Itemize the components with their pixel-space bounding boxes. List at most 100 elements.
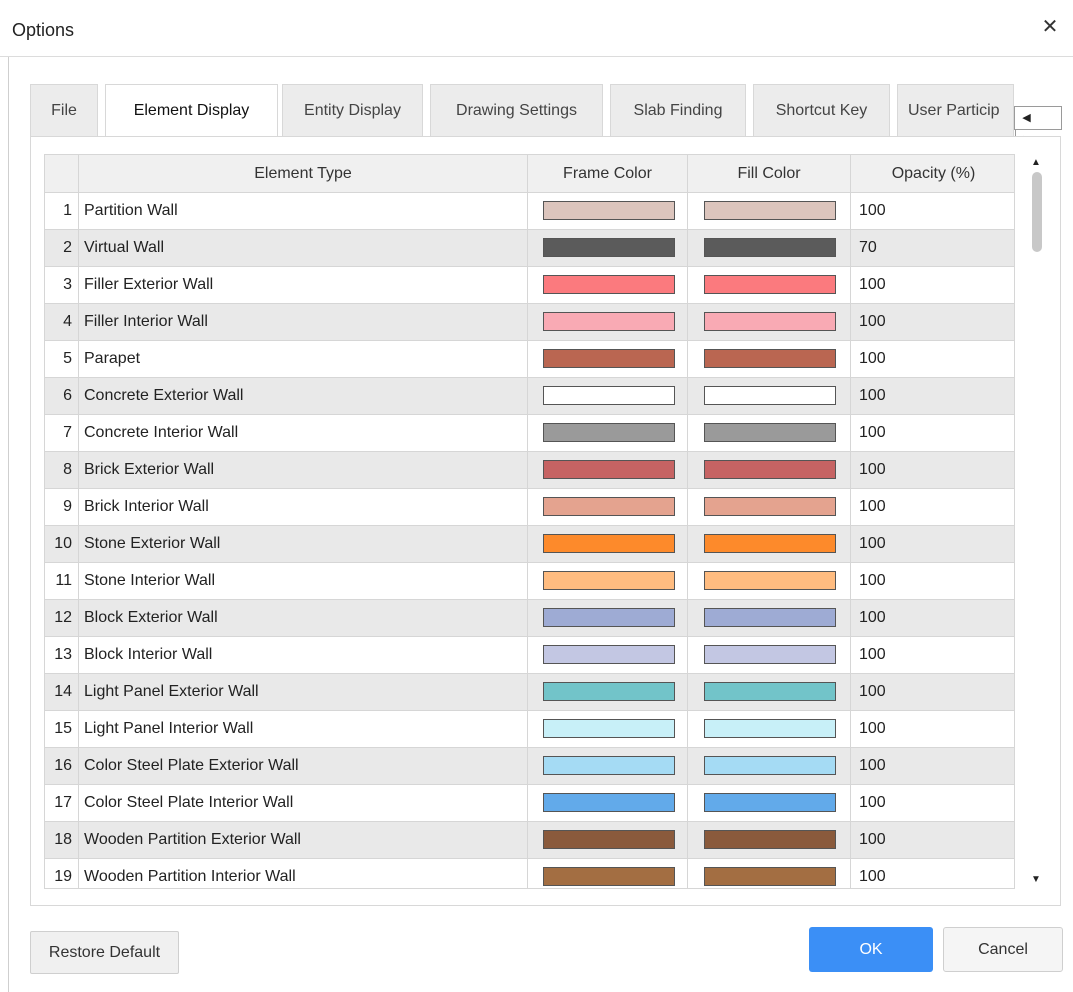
table-row[interactable]: 14 Light Panel Exterior Wall 100 xyxy=(45,674,1014,711)
fill-color-swatch[interactable] xyxy=(704,830,836,849)
header-frame-color[interactable]: Frame Color xyxy=(528,155,688,193)
table-row[interactable]: 5 Parapet 100 xyxy=(45,341,1014,378)
table-row[interactable]: 4 Filler Interior Wall 100 xyxy=(45,304,1014,341)
frame-color-cell[interactable] xyxy=(528,415,688,451)
frame-color-swatch[interactable] xyxy=(543,386,675,405)
tab-element-display[interactable]: Element Display xyxy=(105,84,278,138)
opacity-cell[interactable]: 100 xyxy=(851,193,1014,229)
frame-color-swatch[interactable] xyxy=(543,460,675,479)
opacity-cell[interactable]: 100 xyxy=(851,600,1014,636)
fill-color-cell[interactable] xyxy=(688,822,851,858)
frame-color-cell[interactable] xyxy=(528,822,688,858)
fill-color-cell[interactable] xyxy=(688,859,851,888)
fill-color-swatch[interactable] xyxy=(704,793,836,812)
opacity-cell[interactable]: 100 xyxy=(851,822,1014,858)
opacity-cell[interactable]: 100 xyxy=(851,711,1014,747)
frame-color-cell[interactable] xyxy=(528,341,688,377)
fill-color-swatch[interactable] xyxy=(704,275,836,294)
table-row[interactable]: 9 Brick Interior Wall 100 xyxy=(45,489,1014,526)
scrollbar-thumb[interactable] xyxy=(1032,172,1042,252)
frame-color-cell[interactable] xyxy=(528,230,688,266)
fill-color-cell[interactable] xyxy=(688,341,851,377)
opacity-cell[interactable]: 100 xyxy=(851,489,1014,525)
tab-slab-finding[interactable]: Slab Finding xyxy=(610,84,746,136)
fill-color-cell[interactable] xyxy=(688,304,851,340)
frame-color-swatch[interactable] xyxy=(543,201,675,220)
fill-color-cell[interactable] xyxy=(688,711,851,747)
fill-color-swatch[interactable] xyxy=(704,201,836,220)
tab-drawing-settings[interactable]: Drawing Settings xyxy=(430,84,603,136)
frame-color-cell[interactable] xyxy=(528,378,688,414)
opacity-cell[interactable]: 100 xyxy=(851,304,1014,340)
table-vertical-scrollbar[interactable]: ▲ ▼ xyxy=(1025,154,1047,889)
frame-color-cell[interactable] xyxy=(528,489,688,525)
table-row[interactable]: 15 Light Panel Interior Wall 100 xyxy=(45,711,1014,748)
tab-entity-display[interactable]: Entity Display xyxy=(282,84,423,136)
fill-color-swatch[interactable] xyxy=(704,571,836,590)
frame-color-swatch[interactable] xyxy=(543,275,675,294)
table-row[interactable]: 8 Brick Exterior Wall 100 xyxy=(45,452,1014,489)
restore-default-button[interactable]: Restore Default xyxy=(30,931,179,974)
frame-color-swatch[interactable] xyxy=(543,312,675,331)
frame-color-cell[interactable] xyxy=(528,711,688,747)
frame-color-swatch[interactable] xyxy=(543,497,675,516)
header-opacity[interactable]: Opacity (%) xyxy=(851,155,1014,193)
table-row[interactable]: 1 Partition Wall 100 xyxy=(45,193,1014,230)
fill-color-swatch[interactable] xyxy=(704,682,836,701)
frame-color-cell[interactable] xyxy=(528,674,688,710)
frame-color-cell[interactable] xyxy=(528,193,688,229)
opacity-cell[interactable]: 100 xyxy=(851,748,1014,784)
fill-color-swatch[interactable] xyxy=(704,349,836,368)
opacity-cell[interactable]: 100 xyxy=(851,859,1014,888)
frame-color-swatch[interactable] xyxy=(543,645,675,664)
fill-color-cell[interactable] xyxy=(688,748,851,784)
scroll-up-icon[interactable]: ▲ xyxy=(1025,154,1047,172)
header-element-type[interactable]: Element Type xyxy=(79,155,528,193)
fill-color-cell[interactable] xyxy=(688,230,851,266)
scroll-down-icon[interactable]: ▼ xyxy=(1025,871,1047,889)
table-row[interactable]: 6 Concrete Exterior Wall 100 xyxy=(45,378,1014,415)
opacity-cell[interactable]: 100 xyxy=(851,267,1014,303)
fill-color-cell[interactable] xyxy=(688,526,851,562)
opacity-cell[interactable]: 100 xyxy=(851,637,1014,673)
table-row[interactable]: 18 Wooden Partition Exterior Wall 100 xyxy=(45,822,1014,859)
fill-color-cell[interactable] xyxy=(688,267,851,303)
fill-color-cell[interactable] xyxy=(688,563,851,599)
frame-color-swatch[interactable] xyxy=(543,238,675,257)
frame-color-cell[interactable] xyxy=(528,859,688,888)
opacity-cell[interactable]: 70 xyxy=(851,230,1014,266)
table-row[interactable]: 17 Color Steel Plate Interior Wall 100 xyxy=(45,785,1014,822)
opacity-cell[interactable]: 100 xyxy=(851,378,1014,414)
opacity-cell[interactable]: 100 xyxy=(851,415,1014,451)
fill-color-swatch[interactable] xyxy=(704,312,836,331)
opacity-cell[interactable]: 100 xyxy=(851,785,1014,821)
fill-color-cell[interactable] xyxy=(688,489,851,525)
fill-color-cell[interactable] xyxy=(688,637,851,673)
fill-color-swatch[interactable] xyxy=(704,497,836,516)
frame-color-cell[interactable] xyxy=(528,563,688,599)
table-row[interactable]: 3 Filler Exterior Wall 100 xyxy=(45,267,1014,304)
frame-color-swatch[interactable] xyxy=(543,756,675,775)
table-row[interactable]: 16 Color Steel Plate Exterior Wall 100 xyxy=(45,748,1014,785)
frame-color-cell[interactable] xyxy=(528,748,688,784)
frame-color-swatch[interactable] xyxy=(543,719,675,738)
frame-color-cell[interactable] xyxy=(528,452,688,488)
frame-color-swatch[interactable] xyxy=(543,423,675,442)
table-row[interactable]: 19 Wooden Partition Interior Wall 100 xyxy=(45,859,1014,888)
opacity-cell[interactable]: 100 xyxy=(851,526,1014,562)
table-row[interactable]: 7 Concrete Interior Wall 100 xyxy=(45,415,1014,452)
fill-color-swatch[interactable] xyxy=(704,719,836,738)
frame-color-swatch[interactable] xyxy=(543,867,675,886)
frame-color-cell[interactable] xyxy=(528,526,688,562)
fill-color-cell[interactable] xyxy=(688,785,851,821)
tab-user-participation[interactable]: User Particip xyxy=(897,84,1014,136)
fill-color-swatch[interactable] xyxy=(704,756,836,775)
fill-color-swatch[interactable] xyxy=(704,386,836,405)
frame-color-swatch[interactable] xyxy=(543,608,675,627)
table-row[interactable]: 13 Block Interior Wall 100 xyxy=(45,637,1014,674)
fill-color-cell[interactable] xyxy=(688,600,851,636)
table-row[interactable]: 11 Stone Interior Wall 100 xyxy=(45,563,1014,600)
fill-color-swatch[interactable] xyxy=(704,608,836,627)
cancel-button[interactable]: Cancel xyxy=(943,927,1063,972)
fill-color-swatch[interactable] xyxy=(704,238,836,257)
